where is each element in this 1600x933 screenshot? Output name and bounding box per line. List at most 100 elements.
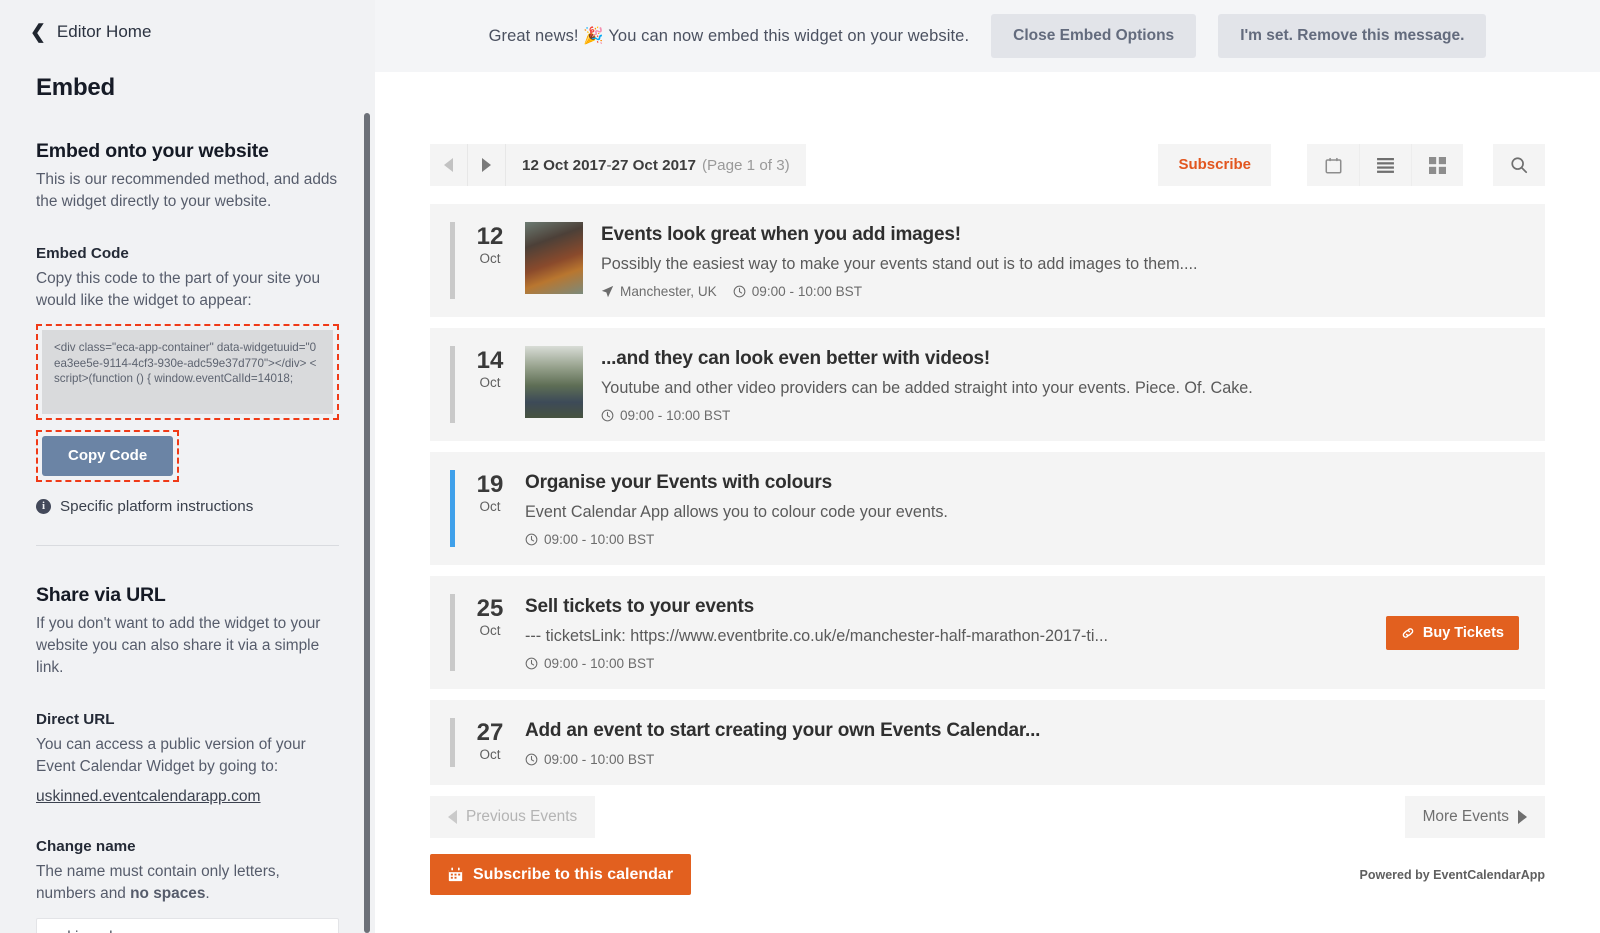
event-month: Oct xyxy=(455,499,525,514)
event-title: Events look great when you add images! xyxy=(601,223,1525,247)
close-embed-options-button[interactable]: Close Embed Options xyxy=(991,14,1196,58)
event-row[interactable]: 19 Oct Organise your Events with colours… xyxy=(430,452,1545,565)
copy-code-button[interactable]: Copy Code xyxy=(42,436,173,476)
event-title: Organise your Events with colours xyxy=(525,471,1525,495)
triangle-right-icon xyxy=(1518,810,1527,824)
link-icon xyxy=(1401,626,1415,640)
event-calendar-widget: 12 Oct 2017 - 27 Oct 2017 (Page 1 of 3) … xyxy=(375,72,1600,895)
triangle-right-icon xyxy=(482,158,491,172)
subscribe-calendar-label: Subscribe to this calendar xyxy=(473,866,673,884)
event-title: ...and they can look even better with vi… xyxy=(601,347,1525,371)
date-range-end: 27 Oct 2017 xyxy=(612,157,696,174)
event-month: Oct xyxy=(455,623,525,638)
clock-icon xyxy=(733,285,746,298)
triangle-left-icon xyxy=(448,810,457,824)
event-month: Oct xyxy=(455,251,525,266)
calendar-view-button[interactable] xyxy=(1307,144,1359,186)
event-time-text: 09:00 - 10:00 BST xyxy=(752,284,862,299)
event-month: Oct xyxy=(455,375,525,390)
event-meta: Manchester, UK 09:00 - 10:00 BST xyxy=(601,284,1525,299)
widget-preview-panel: 12 Oct 2017 - 27 Oct 2017 (Page 1 of 3) … xyxy=(375,72,1600,933)
event-date: 19 Oct xyxy=(455,470,525,514)
date-nav-group: 12 Oct 2017 - 27 Oct 2017 (Page 1 of 3) xyxy=(430,144,806,186)
powered-by-label: Powered by EventCalendarApp xyxy=(1360,868,1545,882)
widget-toolbar: 12 Oct 2017 - 27 Oct 2017 (Page 1 of 3) … xyxy=(430,144,1545,186)
info-icon: i xyxy=(36,499,51,514)
next-period-button[interactable] xyxy=(468,144,506,186)
previous-period-button[interactable] xyxy=(430,144,468,186)
event-time: 09:00 - 10:00 BST xyxy=(601,408,730,423)
platform-instructions-link[interactable]: i Specific platform instructions xyxy=(36,498,339,515)
event-meta: 09:00 - 10:00 BST xyxy=(525,532,1525,547)
more-events-button[interactable]: More Events xyxy=(1405,796,1545,838)
direct-url-label: Direct URL xyxy=(36,711,339,728)
event-body: Add an event to start creating your own … xyxy=(525,718,1525,767)
event-body: Events look great when you add images! P… xyxy=(601,222,1525,299)
event-time-text: 09:00 - 10:00 BST xyxy=(544,532,654,547)
event-description: Possibly the easiest way to make your ev… xyxy=(601,254,1525,275)
event-time-text: 09:00 - 10:00 BST xyxy=(620,408,730,423)
event-list: 12 Oct Events look great when you add im… xyxy=(430,204,1545,785)
event-time: 09:00 - 10:00 BST xyxy=(733,284,862,299)
event-time: 09:00 - 10:00 BST xyxy=(525,656,654,671)
share-section-description: If you don't want to add the widget to y… xyxy=(36,613,339,679)
event-time-text: 09:00 - 10:00 BST xyxy=(544,752,654,767)
event-title: Sell tickets to your events xyxy=(525,595,1525,619)
subscribe-button[interactable]: Subscribe xyxy=(1158,144,1271,186)
event-date: 12 Oct xyxy=(455,222,525,266)
share-section-heading: Share via URL xyxy=(36,584,339,607)
event-description: Youtube and other video providers can be… xyxy=(601,378,1525,399)
previous-events-button[interactable]: Previous Events xyxy=(430,796,595,838)
event-row[interactable]: 12 Oct Events look great when you add im… xyxy=(430,204,1545,317)
embed-section-description: This is our recommended method, and adds… xyxy=(36,169,339,213)
change-name-help-bold: no spaces xyxy=(130,885,205,902)
change-name-help: The name must contain only letters, numb… xyxy=(36,861,339,905)
search-button[interactable] xyxy=(1493,144,1545,186)
event-day: 14 xyxy=(455,348,525,374)
event-description: Event Calendar App allows you to colour … xyxy=(525,502,1525,523)
sidebar-scrollbar[interactable] xyxy=(364,113,370,933)
copy-code-highlight: Copy Code xyxy=(36,430,179,482)
banner-message: Great news! 🎉 You can now embed this wid… xyxy=(489,27,970,46)
calendar-icon xyxy=(448,867,463,882)
subscribe-to-calendar-button[interactable]: Subscribe to this calendar xyxy=(430,854,691,895)
clock-icon xyxy=(601,409,614,422)
event-date: 25 Oct xyxy=(455,594,525,638)
event-day: 19 xyxy=(455,472,525,498)
clock-icon xyxy=(525,657,538,670)
buy-tickets-button[interactable]: Buy Tickets xyxy=(1386,616,1519,650)
event-body: ...and they can look even better with vi… xyxy=(601,346,1525,423)
event-body: Sell tickets to your events --- ticketsL… xyxy=(525,594,1525,671)
remove-message-button[interactable]: I'm set. Remove this message. xyxy=(1218,14,1486,58)
toolbar-actions: Subscribe xyxy=(1158,144,1545,186)
direct-url-link[interactable]: uskinned.eventcalendarapp.com xyxy=(36,788,261,806)
event-row[interactable]: 14 Oct ...and they can look even better … xyxy=(430,328,1545,441)
embed-code-textarea[interactable]: <div class="eca-app-container" data-widg… xyxy=(42,330,333,414)
grid-view-button[interactable] xyxy=(1411,144,1463,186)
embed-notice-banner: Great news! 🎉 You can now embed this wid… xyxy=(375,0,1600,72)
view-switcher xyxy=(1307,144,1463,186)
event-title: Add an event to start creating your own … xyxy=(525,719,1525,743)
event-row[interactable]: 27 Oct Add an event to start creating yo… xyxy=(430,700,1545,785)
embed-code-label: Embed Code xyxy=(36,245,339,262)
event-meta: 09:00 - 10:00 BST xyxy=(601,408,1525,423)
embed-section-heading: Embed onto your website xyxy=(36,140,339,163)
editor-home-link[interactable]: ❮ Editor Home xyxy=(0,0,375,42)
clock-icon xyxy=(525,533,538,546)
list-view-button[interactable] xyxy=(1359,144,1411,186)
event-thumbnail xyxy=(525,222,583,294)
platform-instructions-label: Specific platform instructions xyxy=(60,498,253,515)
event-thumbnail xyxy=(525,346,583,418)
widget-name-input[interactable] xyxy=(36,918,339,933)
change-name-help-part2: . xyxy=(205,885,209,902)
list-icon xyxy=(1377,158,1394,173)
chevron-left-icon: ❮ xyxy=(30,23,46,42)
event-body: Organise your Events with colours Event … xyxy=(525,470,1525,547)
triangle-left-icon xyxy=(444,158,453,172)
direct-url-help: You can access a public version of your … xyxy=(36,734,339,778)
event-row[interactable]: 25 Oct Sell tickets to your events --- t… xyxy=(430,576,1545,689)
event-date: 14 Oct xyxy=(455,346,525,390)
pagination-bar: Previous Events More Events xyxy=(430,796,1545,838)
page-title: Embed xyxy=(0,42,375,102)
event-time: 09:00 - 10:00 BST xyxy=(525,532,654,547)
